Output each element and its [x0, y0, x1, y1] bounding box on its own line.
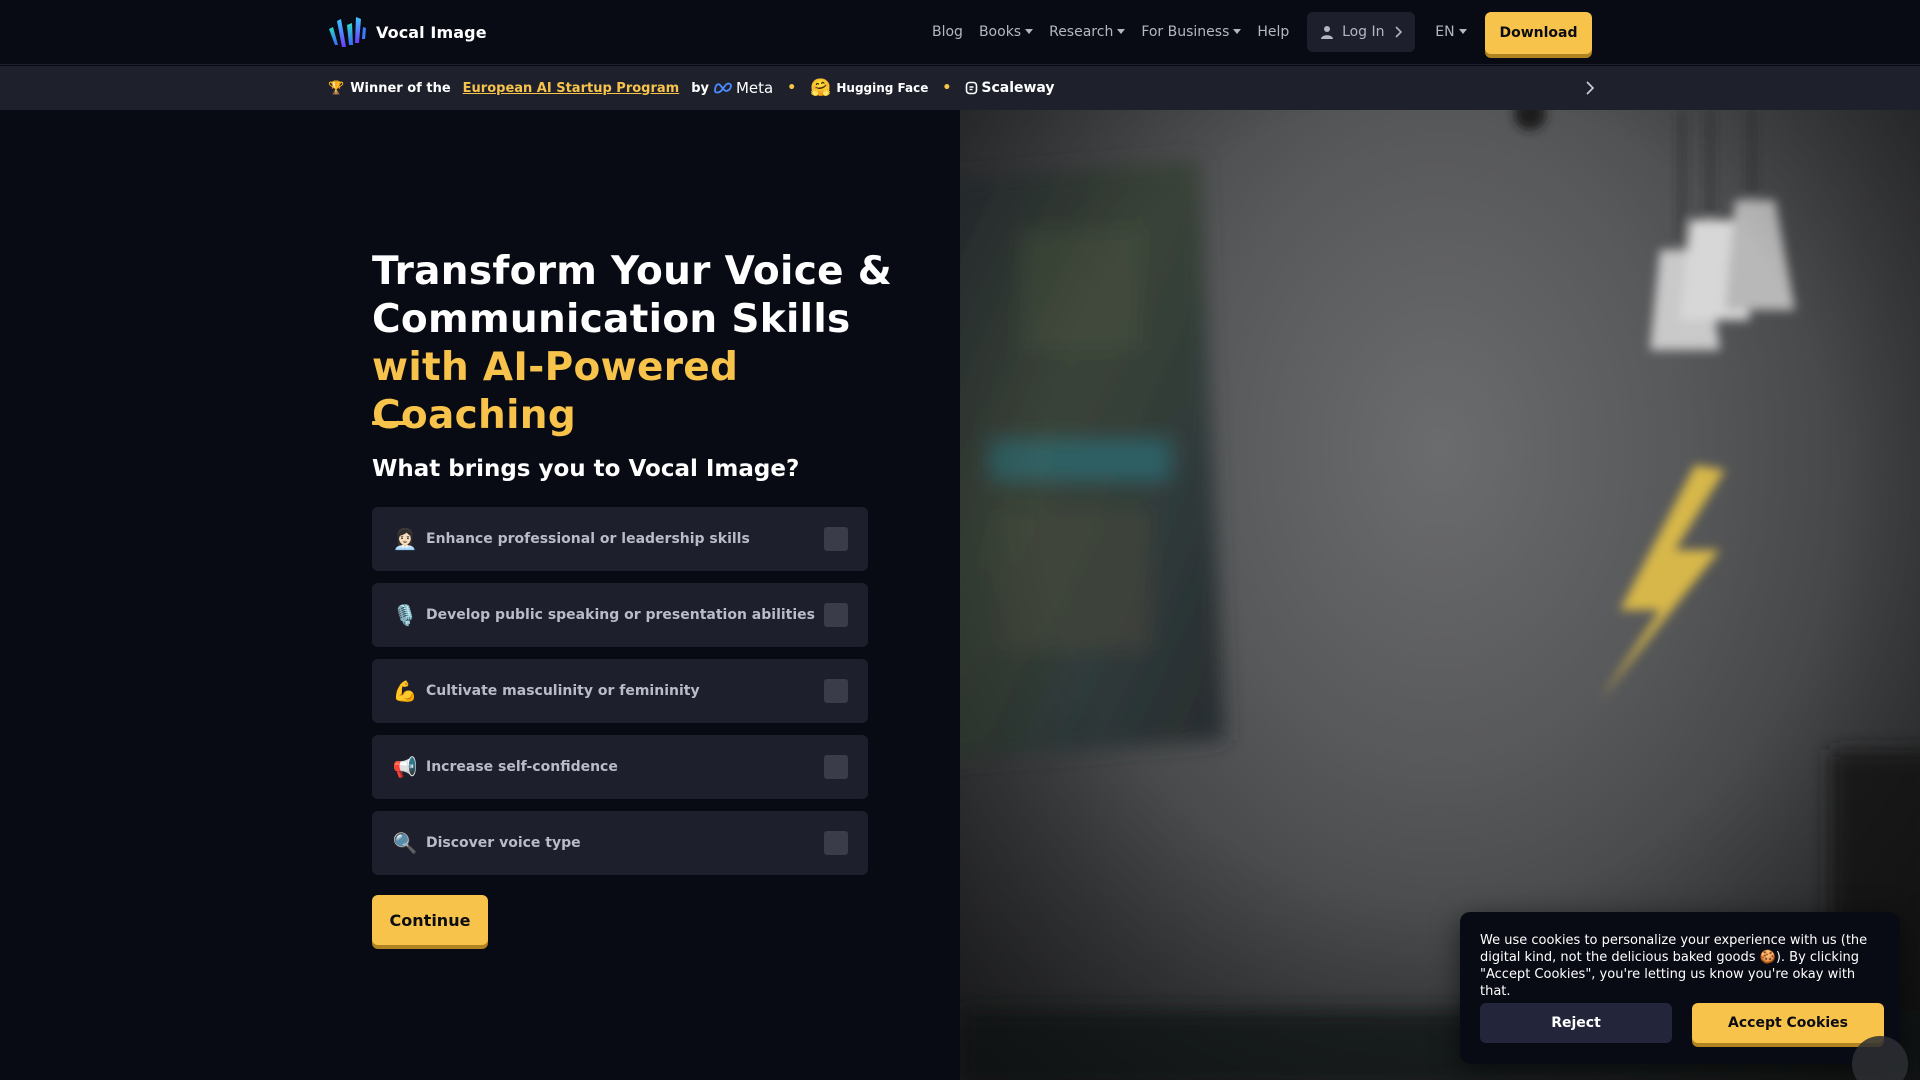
nav-for-business-label: For Business	[1141, 24, 1230, 40]
microphone-icon: 🎙️	[392, 603, 418, 627]
top-navigation: Vocal Image Blog Books Research For Busi…	[0, 0, 1920, 65]
cookie-message: We use cookies to personalize your exper…	[1480, 933, 1868, 999]
nav-books-label: Books	[978, 24, 1022, 40]
meta-infinity-icon	[714, 82, 732, 94]
caret-down-icon	[1458, 28, 1467, 34]
hero-headline: Transform Your Voice & Communication Ski…	[372, 248, 932, 440]
onboarding-question: What brings you to Vocal Image?	[372, 456, 800, 482]
trophy-icon: 🏆	[328, 80, 345, 96]
option-checkbox[interactable]	[824, 603, 848, 627]
nav-for-business[interactable]: For Business	[1141, 24, 1242, 40]
hero-section: Transform Your Voice & Communication Ski…	[0, 110, 960, 1080]
option-checkbox[interactable]	[824, 527, 848, 551]
nav-books[interactable]: Books	[978, 24, 1034, 40]
chevron-right-icon	[1394, 26, 1402, 38]
option-checkbox[interactable]	[824, 679, 848, 703]
magnifying-glass-icon: 🔍	[392, 831, 418, 855]
scaleway-icon	[966, 81, 978, 95]
scaleway-name: Scaleway	[981, 80, 1055, 96]
announcement-prefix: Winner of the	[350, 80, 451, 96]
flexed-biceps-icon: 💪	[392, 679, 418, 703]
option-label: Discover voice type	[426, 835, 581, 851]
option-label: Enhance professional or leadership skill…	[426, 531, 750, 547]
option-checkbox[interactable]	[824, 831, 848, 855]
nav-help[interactable]: Help	[1257, 24, 1289, 40]
nav-research[interactable]: Research	[1049, 24, 1126, 40]
headline-accent: with AI-Powered Coaching	[372, 345, 739, 438]
startup-program-link[interactable]: European AI Startup Program	[463, 81, 680, 96]
download-button[interactable]: Download	[1485, 12, 1592, 54]
announcement-next-button[interactable]	[1580, 78, 1600, 98]
nav-help-label: Help	[1257, 24, 1290, 40]
caret-down-icon	[1025, 28, 1034, 34]
option-checkbox[interactable]	[824, 755, 848, 779]
hugging-face-name: Hugging Face	[836, 81, 929, 95]
option-label: Cultivate masculinity or femininity	[426, 683, 700, 699]
cookie-consent-banner: We use cookies to personalize your exper…	[1460, 912, 1900, 1064]
announcement-content: 🏆 Winner of the European AI Startup Prog…	[328, 66, 1055, 110]
hugging-face-logo: 🤗 Hugging Face	[810, 78, 928, 98]
main-nav: Blog Books Research For Business Help Lo…	[932, 12, 1467, 52]
meta-logo: Meta	[713, 79, 773, 97]
brand-logo-link[interactable]: Vocal Image	[326, 15, 487, 49]
nav-research-label: Research	[1049, 24, 1114, 40]
separator-dot: •	[787, 80, 797, 96]
separator-dot: •	[942, 80, 952, 96]
headline-line-1: Transform Your Voice &	[372, 249, 893, 294]
login-label: Log In	[1342, 24, 1385, 40]
caret-down-icon	[1117, 28, 1126, 34]
nav-blog[interactable]: Blog	[932, 24, 963, 40]
hugging-face-icon: 🤗	[810, 78, 832, 98]
option-label: Increase self-confidence	[426, 759, 618, 775]
chevron-right-icon	[1586, 81, 1595, 95]
businesswoman-icon: 👩🏻‍💼	[392, 527, 418, 551]
login-button[interactable]: Log In	[1307, 12, 1416, 52]
meta-name: Meta	[735, 79, 774, 97]
option-masculinity-femininity[interactable]: 💪 Cultivate masculinity or femininity	[372, 659, 868, 723]
user-icon	[1321, 26, 1334, 39]
option-voice-type[interactable]: 🔍 Discover voice type	[372, 811, 868, 875]
option-public-speaking[interactable]: 🎙️ Develop public speaking or presentati…	[372, 583, 868, 647]
announcement-bar: 🏆 Winner of the European AI Startup Prog…	[0, 66, 1920, 110]
caret-down-icon	[1233, 28, 1242, 34]
vocal-image-logo-icon	[329, 17, 366, 47]
language-selector[interactable]: EN	[1435, 24, 1467, 40]
option-label: Develop public speaking or presentation …	[426, 607, 815, 623]
nav-blog-label: Blog	[932, 24, 963, 40]
headline-line-2: Communication Skills	[372, 297, 851, 342]
announcement-by: by	[691, 80, 709, 96]
continue-button[interactable]: Continue	[372, 895, 488, 945]
megaphone-icon: 📢	[392, 755, 418, 779]
option-self-confidence[interactable]: 📢 Increase self-confidence	[372, 735, 868, 799]
goal-options-list: 👩🏻‍💼 Enhance professional or leadership …	[372, 507, 868, 887]
brand-name: Vocal Image	[376, 22, 487, 42]
accept-cookies-button[interactable]: Accept Cookies	[1692, 1003, 1884, 1043]
scaleway-logo: Scaleway	[965, 80, 1055, 96]
accent-divider	[372, 421, 412, 425]
option-professional-leadership[interactable]: 👩🏻‍💼 Enhance professional or leadership …	[372, 507, 868, 571]
language-label: EN	[1435, 24, 1455, 40]
reject-cookies-button[interactable]: Reject	[1480, 1003, 1672, 1043]
